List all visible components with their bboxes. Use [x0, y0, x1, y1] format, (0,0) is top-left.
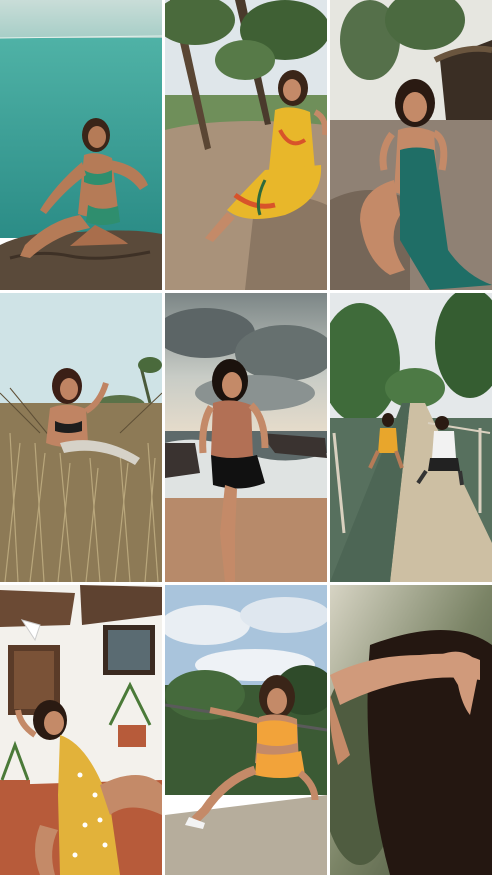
photo-tile-9[interactable]: [330, 585, 492, 875]
photo-collage: [0, 0, 492, 875]
photo-tile-6[interactable]: [330, 293, 492, 582]
photo-tile-3[interactable]: [330, 0, 492, 290]
photo-8-image: [165, 585, 327, 875]
photo-tile-4[interactable]: [0, 293, 162, 582]
photo-1-image: [0, 0, 162, 290]
photo-tile-2[interactable]: [165, 0, 327, 290]
photo-tile-8[interactable]: [165, 585, 327, 875]
photo-3-image: [330, 0, 492, 290]
photo-4-image: [0, 293, 162, 582]
photo-5-image: [165, 293, 327, 582]
photo-tile-1[interactable]: [0, 0, 162, 290]
photo-6-image: [330, 293, 492, 582]
photo-9-image: [330, 585, 492, 875]
photo-2-image: [165, 0, 327, 290]
photo-tile-5[interactable]: [165, 293, 327, 582]
photo-tile-7[interactable]: [0, 585, 162, 875]
photo-7-image: [0, 585, 162, 875]
